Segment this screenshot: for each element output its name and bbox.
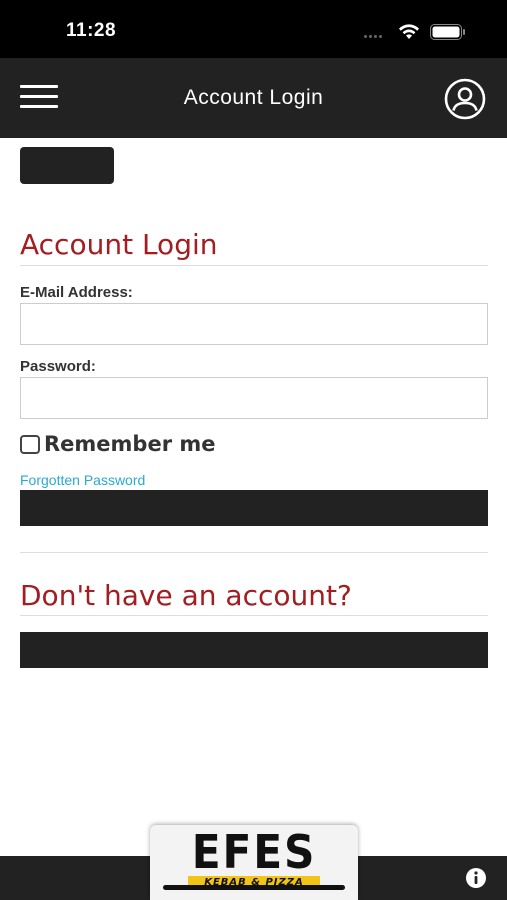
register-button[interactable] — [20, 632, 488, 668]
divider — [20, 265, 488, 266]
divider — [20, 552, 488, 553]
register-section-title: Don't have an account? — [20, 579, 352, 612]
login-button[interactable] — [20, 490, 488, 526]
remember-me-row: Remember me — [20, 430, 216, 458]
password-label: Password: — [20, 358, 96, 375]
forgotten-password-link[interactable]: Forgotten Password — [20, 472, 145, 488]
divider — [20, 615, 488, 616]
signal-dots-icon — [364, 35, 390, 39]
home-indicator — [163, 885, 345, 890]
login-section-title: Account Login — [20, 228, 218, 261]
app-header: Account Login — [0, 58, 507, 138]
email-label: E-Mail Address: — [20, 284, 133, 301]
back-button[interactable] — [20, 147, 114, 184]
header-title: Account Login — [183, 86, 324, 109]
account-circle-icon[interactable] — [444, 78, 486, 120]
battery-icon — [430, 24, 465, 40]
logo-main-text: EFES — [191, 825, 317, 879]
remember-me-label: Remember me — [44, 432, 216, 456]
info-icon[interactable] — [465, 867, 487, 889]
status-bar: 11:28 — [0, 0, 507, 58]
status-time: 11:28 — [66, 20, 117, 41]
password-field[interactable] — [20, 377, 488, 419]
wifi-icon — [399, 24, 419, 39]
email-field[interactable] — [20, 303, 488, 345]
remember-me-checkbox[interactable] — [20, 434, 40, 454]
